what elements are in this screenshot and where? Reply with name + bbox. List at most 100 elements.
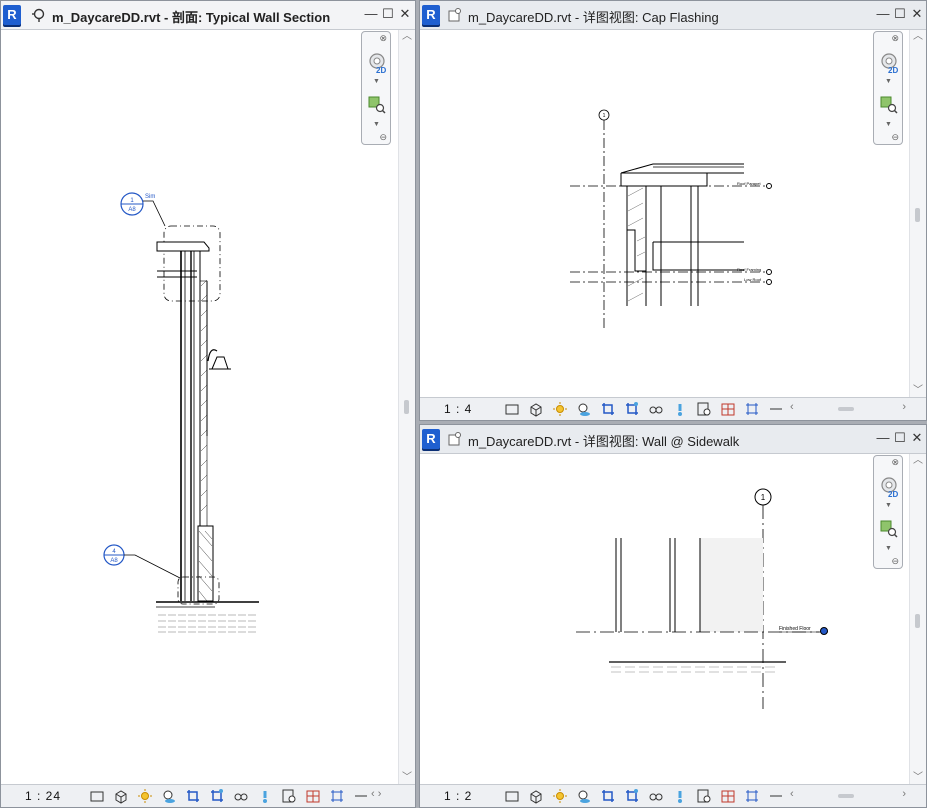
show-crop-icon[interactable] xyxy=(624,401,640,417)
maximize-button[interactable]: ☐ xyxy=(893,431,907,445)
navigation-bar[interactable]: ⊗ 2D ▼ ▼ ⊖ xyxy=(873,31,903,145)
horizontal-scroll-arrows[interactable]: ‹ › xyxy=(371,788,411,804)
callout-top-sheet: A8 xyxy=(128,207,136,213)
chevron-down-icon[interactable]: ▼ xyxy=(885,545,892,552)
scroll-up-arrow[interactable]: ︿ xyxy=(910,30,926,44)
view-titlebar[interactable]: R m_DaycareDD.rvt - 剖面: Typical Wall Sec… xyxy=(1,1,415,30)
view-typical-wall-section[interactable]: R m_DaycareDD.rvt - 剖面: Typical Wall Sec… xyxy=(0,0,416,808)
horizontal-scrollbar[interactable]: ‹ › xyxy=(790,401,910,417)
maximize-button[interactable]: ☐ xyxy=(381,7,395,21)
drawing-canvas[interactable]: 1 A8 Sim 4 A8 xyxy=(1,30,415,785)
shadows-icon[interactable] xyxy=(576,788,592,804)
scroll-thumb[interactable] xyxy=(404,400,409,414)
horizontal-scrollbar[interactable]: ‹ › xyxy=(790,788,910,804)
zoom-icon[interactable] xyxy=(880,520,898,538)
vertical-scrollbar[interactable]: ︿ ﹀ xyxy=(398,30,415,785)
reveal-hidden-icon[interactable] xyxy=(257,788,273,804)
analytical-model-icon[interactable] xyxy=(720,788,736,804)
scroll-down-arrow[interactable]: ﹀ xyxy=(399,771,415,785)
detail-view-icon xyxy=(448,432,461,446)
view-scale[interactable]: 1 : 2 xyxy=(444,789,472,803)
detail-level-icon[interactable] xyxy=(504,788,520,804)
navbar-close-icon[interactable]: ⊗ xyxy=(379,33,387,44)
navbar-close-icon[interactable]: ⊗ xyxy=(891,33,899,44)
show-crop-icon[interactable] xyxy=(624,788,640,804)
visual-style-icon[interactable] xyxy=(528,401,544,417)
temporary-hide-icon[interactable] xyxy=(648,401,664,417)
chevron-down-icon[interactable]: ▼ xyxy=(885,121,892,128)
zoom-icon[interactable] xyxy=(880,96,898,114)
view-title: m_DaycareDD.rvt - 剖面: Typical Wall Secti… xyxy=(52,10,331,25)
constraints-icon[interactable] xyxy=(768,788,784,804)
shadows-icon[interactable] xyxy=(161,788,177,804)
view-titlebar[interactable]: R m_DaycareDD.rvt - 详图视图: Cap Flashing —… xyxy=(420,1,926,30)
visual-style-icon[interactable] xyxy=(113,788,129,804)
visual-style-icon[interactable] xyxy=(528,788,544,804)
view-titlebar[interactable]: R m_DaycareDD.rvt - 详图视图: Wall @ Sidewal… xyxy=(420,425,926,454)
minimize-button[interactable]: — xyxy=(876,431,890,445)
constraints-icon[interactable] xyxy=(768,401,784,417)
highlight-displacement-icon[interactable] xyxy=(744,788,760,804)
scroll-up-arrow[interactable]: ︿ xyxy=(910,454,926,468)
chevron-down-icon[interactable]: ▼ xyxy=(885,502,892,509)
highlight-displacement-icon[interactable] xyxy=(329,788,345,804)
close-button[interactable]: ✕ xyxy=(910,7,924,21)
crop-region-icon[interactable] xyxy=(600,401,616,417)
navbar-options-icon[interactable]: ⊖ xyxy=(891,556,899,567)
view-scale[interactable]: 1 : 24 xyxy=(25,789,61,803)
minimize-button[interactable]: — xyxy=(364,7,378,21)
callout-top-label: Sim xyxy=(145,194,155,200)
chevron-down-icon[interactable]: ▼ xyxy=(373,121,380,128)
close-button[interactable]: ✕ xyxy=(398,7,412,21)
close-button[interactable]: ✕ xyxy=(910,431,924,445)
temporary-properties-icon[interactable] xyxy=(281,788,297,804)
reveal-hidden-icon[interactable] xyxy=(672,788,688,804)
navbar-close-icon[interactable]: ⊗ xyxy=(891,457,899,468)
navbar-options-icon[interactable]: ⊖ xyxy=(379,132,387,143)
view-wall-at-sidewalk[interactable]: R m_DaycareDD.rvt - 详图视图: Wall @ Sidewal… xyxy=(419,424,927,808)
sun-path-icon[interactable] xyxy=(552,401,568,417)
scroll-thumb[interactable] xyxy=(915,208,920,222)
analytical-model-icon[interactable] xyxy=(720,401,736,417)
scroll-down-arrow[interactable]: ﹀ xyxy=(910,771,926,785)
navigation-bar[interactable]: ⊗ 2D ▼ ▼ ⊖ xyxy=(361,31,391,145)
vertical-scrollbar[interactable]: ︿ ﹀ xyxy=(909,454,926,785)
crop-region-icon[interactable] xyxy=(185,788,201,804)
reveal-hidden-icon[interactable] xyxy=(672,401,688,417)
drawing-canvas[interactable]: 1 Roof Parapet Roof Framing Low Roof xyxy=(420,30,926,398)
view-control-bar: 1 : 2 ‹ › xyxy=(420,784,926,807)
temporary-hide-icon[interactable] xyxy=(233,788,249,804)
detail-level-icon[interactable] xyxy=(89,788,105,804)
highlight-displacement-icon[interactable] xyxy=(744,401,760,417)
view-scale[interactable]: 1 : 4 xyxy=(444,402,472,416)
shadows-icon[interactable] xyxy=(576,401,592,417)
scroll-down-arrow[interactable]: ﹀ xyxy=(910,384,926,398)
callout-tag-bottom[interactable]: 4 A8 xyxy=(103,544,181,579)
show-crop-icon[interactable] xyxy=(209,788,225,804)
analytical-model-icon[interactable] xyxy=(305,788,321,804)
temporary-properties-icon[interactable] xyxy=(696,401,712,417)
minimize-button[interactable]: — xyxy=(876,7,890,21)
sun-path-icon[interactable] xyxy=(137,788,153,804)
zoom-icon[interactable] xyxy=(368,96,386,114)
callout-tag-top[interactable]: 1 A8 Sim xyxy=(120,192,166,227)
temporary-hide-icon[interactable] xyxy=(648,788,664,804)
sun-path-icon[interactable] xyxy=(552,788,568,804)
scroll-thumb[interactable] xyxy=(915,614,920,628)
2d-tag: 2D xyxy=(888,490,899,499)
temporary-properties-icon[interactable] xyxy=(696,788,712,804)
chevron-down-icon[interactable]: ▼ xyxy=(373,78,380,85)
crop-region-icon[interactable] xyxy=(600,788,616,804)
view-cap-flashing[interactable]: R m_DaycareDD.rvt - 详图视图: Cap Flashing —… xyxy=(419,0,927,421)
constraints-icon[interactable] xyxy=(353,788,369,804)
maximize-button[interactable]: ☐ xyxy=(893,7,907,21)
navbar-options-icon[interactable]: ⊖ xyxy=(891,132,899,143)
chevron-down-icon[interactable]: ▼ xyxy=(885,78,892,85)
navigation-bar[interactable]: ⊗ 2D ▼ ▼ ⊖ xyxy=(873,455,903,569)
callout-boundary-top[interactable] xyxy=(163,225,221,302)
view-title: m_DaycareDD.rvt - 详图视图: Cap Flashing xyxy=(468,10,719,25)
detail-level-icon[interactable] xyxy=(504,401,520,417)
vertical-scrollbar[interactable]: ︿ ﹀ xyxy=(909,30,926,398)
scroll-up-arrow[interactable]: ︿ xyxy=(399,30,415,44)
drawing-canvas[interactable]: 1 Finished Floor xyxy=(420,454,926,785)
